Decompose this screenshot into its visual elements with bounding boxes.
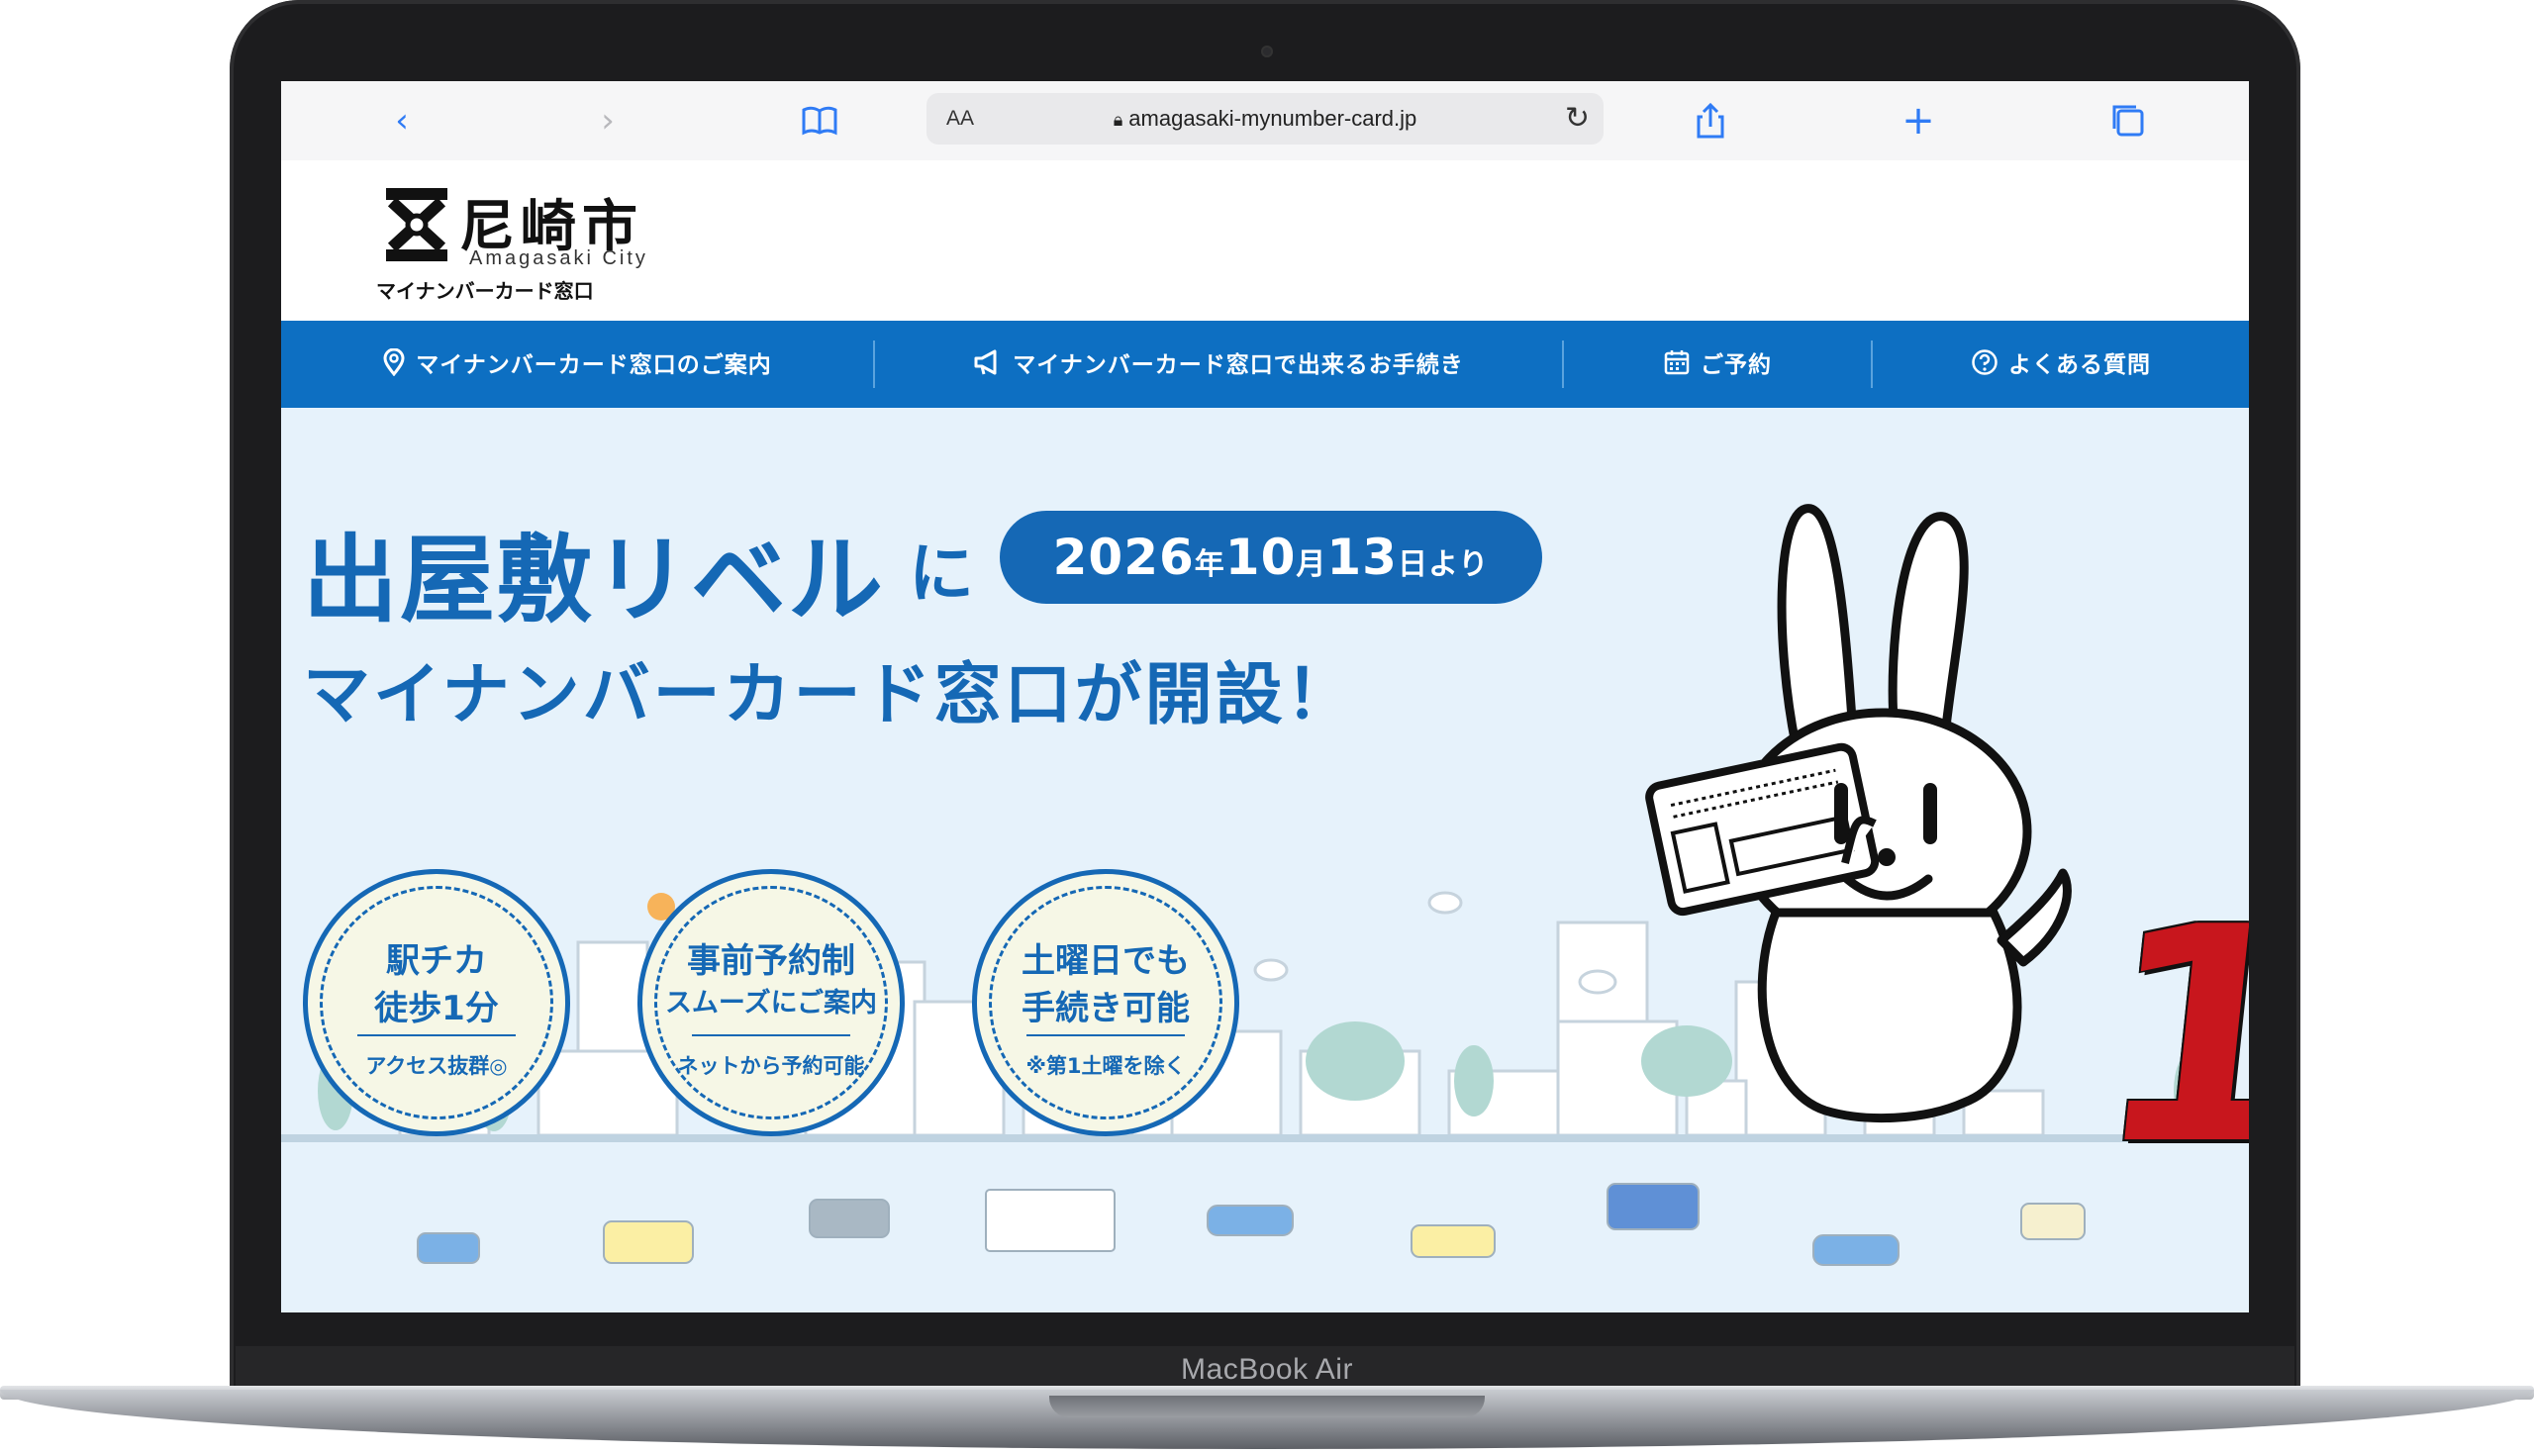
main-nav: マイナンバーカード窓口のご案内 マイナンバーカード窓口で出来るお手続き ご予約 … (281, 321, 2249, 408)
nav-label: よくある質問 (2008, 352, 2151, 378)
site-header: 尼崎市 Amagasaki City マイナンバーカード窓口 (281, 160, 2249, 321)
tabs-icon[interactable] (2108, 101, 2148, 141)
badge-line2: 手続き可能 (1022, 989, 1190, 1028)
feature-badge-saturday: 土曜日でも 手続き可能 ※第1土曜を除く (972, 869, 1239, 1136)
camera-icon (1261, 46, 1273, 57)
date-year-unit: 年 (1194, 547, 1225, 582)
nav-label: マイナンバーカード窓口のご案内 (416, 352, 772, 378)
forward-icon[interactable]: › (588, 101, 628, 141)
screen: ‹ › AA 🔒︎amagasaki-mynumber-card.jp ↻ + (281, 81, 2249, 1312)
nav-label: ご予約 (1701, 352, 1772, 378)
bookmarks-icon[interactable] (800, 101, 839, 141)
share-icon[interactable] (1691, 101, 1730, 141)
nav-label: マイナンバーカード窓口で出来るお手続き (1013, 352, 1464, 378)
feature-badge-reservation: 事前予約制 スムーズにご案内 ネットから予約可能 (637, 869, 905, 1136)
badge-line2: スムーズにご案内 (664, 988, 878, 1019)
badge-line1: 事前予約制 (687, 941, 855, 981)
hero-banner: 出屋敷リベル に 2026年10月13日より マイナンバーカード窓口が開設！ 駅… (281, 408, 2249, 1312)
date-day-unit: 日より (1397, 547, 1490, 582)
calendar-icon (1663, 321, 1691, 408)
megaphone-icon (973, 321, 1003, 408)
laptop-model-label: MacBook Air (1181, 1353, 1353, 1386)
lock-icon: 🔒︎ (1113, 110, 1123, 130)
nav-item-guide[interactable]: マイナンバーカード窓口のご案内 (281, 321, 873, 408)
laptop-hinge-notch (1049, 1396, 1485, 1417)
hero-title-opening: マイナンバーカード窓口が開設！ (303, 656, 1356, 734)
reload-icon[interactable]: ↻ (1565, 93, 1590, 145)
nav-item-reservation[interactable]: ご予約 (1564, 321, 1871, 408)
date-month: 10 (1224, 529, 1297, 586)
city-emblem-logo[interactable] (386, 188, 447, 261)
date-month-unit: 月 (1296, 547, 1327, 582)
badge-note: アクセス抜群◎ (365, 1054, 508, 1078)
logo-city-name-en: Amagasaki City (469, 247, 648, 269)
back-icon[interactable]: ‹ (382, 101, 422, 141)
browser-toolbar: ‹ › AA 🔒︎ amagasaki-mynumber-card.jp ↻ + (281, 81, 2249, 161)
opening-date-pill: 2026年10月13日より (1000, 511, 1542, 604)
address-bar[interactable]: AA 🔒︎ amagasaki-mynumber-card.jp ↻ (926, 93, 1604, 145)
date-year: 2026 (1052, 529, 1195, 586)
date-day: 13 (1326, 529, 1398, 586)
map-pin-icon (382, 321, 406, 408)
badge-line2: 徒歩1分 (374, 989, 499, 1028)
mynumber-rabbit-mascot (1645, 504, 2072, 1123)
logo-subtitle: マイナンバーカード窓口 (376, 279, 594, 303)
badge-line1: 駅チカ (386, 941, 487, 981)
nav-item-faq[interactable]: よくある質問 (1873, 321, 2249, 408)
feature-badge-access: 駅チカ 徒歩1分 アクセス抜群◎ (303, 869, 570, 1136)
new-tab-icon[interactable]: + (1899, 101, 1938, 141)
question-icon (1971, 321, 1998, 408)
hero-title-location: 出屋敷リベル (303, 525, 885, 635)
badge-note: ネットから予約可能 (677, 1054, 865, 1078)
nav-item-procedures[interactable]: マイナンバーカード窓口で出来るお手続き (875, 321, 1562, 408)
badge-note: ※第1土曜を除く (1025, 1054, 1186, 1078)
url-text: amagasaki-mynumber-card.jp (1128, 106, 1417, 131)
hero-title-particle: に (909, 535, 974, 612)
badge-line1: 土曜日でも (1022, 941, 1190, 981)
